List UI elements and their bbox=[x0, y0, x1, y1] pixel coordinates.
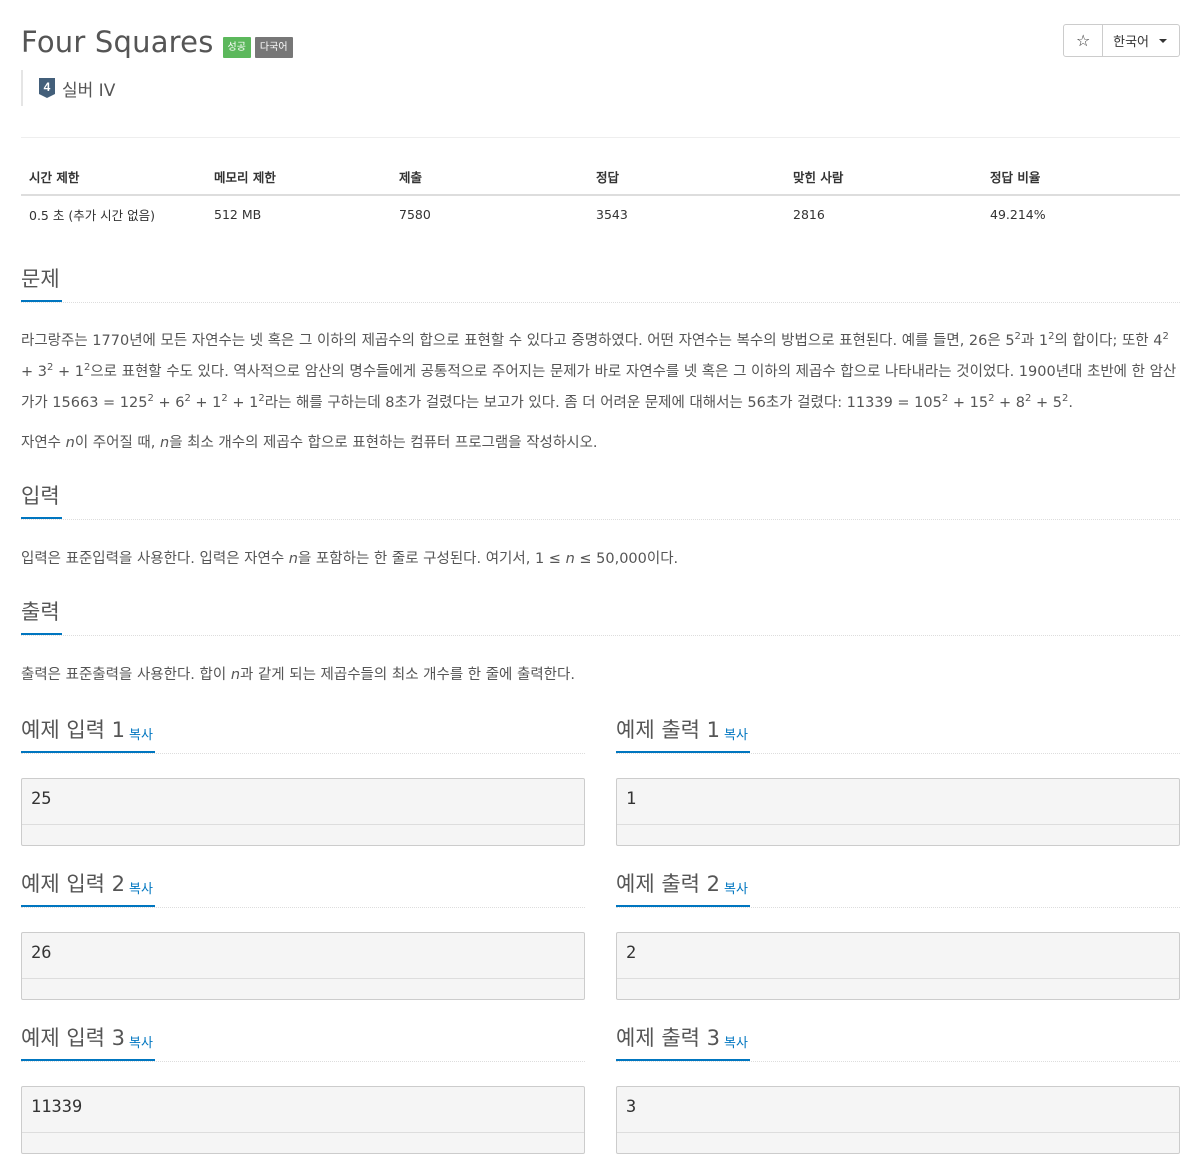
sample-output-2-title: 예제 출력 2 bbox=[616, 872, 720, 896]
header-time-limit: 시간 제한 bbox=[21, 158, 206, 196]
problem-description: 라그랑주는 1770년에 모든 자연수는 넷 혹은 그 이하의 제곱수의 합으로… bbox=[21, 331, 1177, 411]
sample-input-2-header: 예제 입력 2 복사 bbox=[21, 867, 585, 908]
sample-input-3-header: 예제 입력 3 복사 bbox=[21, 1021, 585, 1062]
tier-number: 4 bbox=[44, 80, 51, 94]
copy-button[interactable]: 복사 bbox=[724, 882, 748, 897]
output-description: 출력은 표준출력을 사용한다. 합이 n과 같게 되는 제곱수들의 최소 개수를… bbox=[21, 667, 575, 683]
sample-input-3-value: 11339 bbox=[31, 1097, 83, 1117]
language-dropdown[interactable]: 한국어 bbox=[1103, 24, 1180, 57]
sample-input-1-box[interactable]: 25 bbox=[21, 778, 585, 846]
value-accept-ratio: 49.214% bbox=[990, 206, 1046, 222]
header-memory-limit: 메모리 제한 bbox=[206, 158, 391, 196]
value-time-limit: 0.5 초 (추가 시간 없음) bbox=[29, 207, 156, 223]
problem-task: 자연수 n이 주어질 때, n을 최소 개수의 제곱수 합으로 표현하는 컴퓨터… bbox=[21, 435, 598, 451]
sample-output-2-value: 2 bbox=[626, 943, 637, 963]
tier-badge-icon[interactable]: 4 bbox=[38, 77, 56, 99]
value-accepted[interactable]: 3543 bbox=[588, 195, 785, 232]
value-memory-limit: 512 MB bbox=[214, 206, 262, 222]
section-header-input: 입력 bbox=[21, 479, 1180, 520]
sample-output-3-value: 3 bbox=[626, 1097, 637, 1117]
title-row: Four Squares 성공 다국어 bbox=[21, 22, 293, 62]
sample-output-1-header: 예제 출력 1 복사 bbox=[616, 713, 1180, 754]
header-accept-ratio: 정답 비율 bbox=[982, 158, 1180, 196]
star-icon: ☆ bbox=[1075, 31, 1091, 50]
tier-info: 4 실버 IV bbox=[21, 70, 115, 106]
header-accepted: 정답 bbox=[588, 158, 785, 196]
value-solvers[interactable]: 2816 bbox=[785, 195, 982, 232]
copy-button[interactable]: 복사 bbox=[129, 728, 153, 743]
star-button[interactable]: ☆ bbox=[1063, 24, 1104, 57]
copy-button[interactable]: 복사 bbox=[724, 1036, 748, 1051]
sample-input-1-title: 예제 입력 1 bbox=[21, 718, 125, 742]
sample-input-3-title: 예제 입력 3 bbox=[21, 1026, 125, 1050]
caret-down-icon bbox=[1159, 38, 1167, 43]
top-actions: ☆ 한국어 bbox=[1063, 24, 1180, 57]
sample-input-3-box[interactable]: 11339 bbox=[21, 1086, 585, 1154]
sample-output-2-header: 예제 출력 2 복사 bbox=[616, 867, 1180, 908]
tier-label: 실버 IV bbox=[62, 80, 116, 101]
sample-output-3-box[interactable]: 3 bbox=[616, 1086, 1180, 1154]
section-header-problem: 문제 bbox=[21, 262, 1180, 303]
sample-input-2-box[interactable]: 26 bbox=[21, 932, 585, 1000]
page-title: Four Squares bbox=[21, 25, 214, 59]
status-badge-success: 성공 bbox=[222, 36, 251, 58]
language-label: 한국어 bbox=[1113, 35, 1149, 50]
divider bbox=[21, 137, 1180, 138]
problem-info-table: 시간 제한 메모리 제한 제출 정답 맞힌 사람 정답 비율 0.5 초 (추가… bbox=[21, 158, 1180, 232]
copy-button[interactable]: 복사 bbox=[724, 728, 748, 743]
copy-button[interactable]: 복사 bbox=[129, 882, 153, 897]
sample-input-2-value: 26 bbox=[31, 943, 52, 963]
section-title-output: 출력 bbox=[21, 595, 62, 635]
sample-output-3-header: 예제 출력 3 복사 bbox=[616, 1021, 1180, 1062]
copy-button[interactable]: 복사 bbox=[129, 1036, 153, 1051]
status-badge-multilingual: 다국어 bbox=[254, 36, 293, 58]
value-submissions[interactable]: 7580 bbox=[391, 195, 588, 232]
sample-output-2-box[interactable]: 2 bbox=[616, 932, 1180, 1000]
header-solvers: 맞힌 사람 bbox=[785, 158, 982, 196]
sample-input-1-value: 25 bbox=[31, 789, 52, 809]
section-title-input: 입력 bbox=[21, 479, 62, 519]
sample-output-3-title: 예제 출력 3 bbox=[616, 1026, 720, 1050]
sample-input-2-title: 예제 입력 2 bbox=[21, 872, 125, 896]
sample-output-1-title: 예제 출력 1 bbox=[616, 718, 720, 742]
sample-output-1-value: 1 bbox=[626, 789, 637, 809]
section-header-output: 출력 bbox=[21, 595, 1180, 636]
sample-input-1-header: 예제 입력 1 복사 bbox=[21, 713, 585, 754]
header-submissions: 제출 bbox=[391, 158, 588, 196]
sample-output-1-box[interactable]: 1 bbox=[616, 778, 1180, 846]
section-title-problem: 문제 bbox=[21, 262, 62, 302]
input-description: 입력은 표준입력을 사용한다. 입력은 자연수 n을 포함하는 한 줄로 구성된… bbox=[21, 551, 679, 567]
